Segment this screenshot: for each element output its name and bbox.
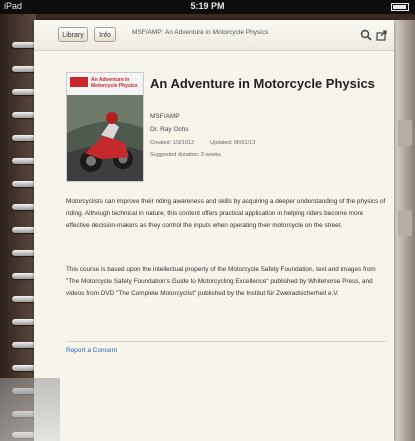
brand-logo: [70, 77, 88, 87]
info-button[interactable]: Info: [94, 27, 116, 42]
background-reflection: [0, 378, 60, 441]
motorcycle-rider-illustration: [67, 73, 143, 181]
toolbar: Library Info MSF/AMP: An Adventure in Mo…: [34, 20, 394, 51]
course-provider: MSF/AMP: [150, 113, 180, 120]
page-tab[interactable]: [398, 120, 412, 146]
toolbar-title: MSF/AMP: An Adventure in Motorcycle Phys…: [132, 29, 269, 36]
course-title: An Adventure in Motorcycle Physics: [150, 76, 375, 91]
course-cover-image: An Adventure in Motorcycle Physics: [66, 72, 144, 182]
cover-title: An Adventure in Motorcycle Physics: [91, 77, 138, 89]
clock: 5:19 PM: [190, 1, 225, 11]
library-button[interactable]: Library: [58, 27, 88, 42]
course-author: Dr. Ray Ochs: [150, 126, 189, 133]
course-attribution: This course is based upon the intellectu…: [66, 266, 376, 297]
search-icon[interactable]: [360, 29, 372, 41]
updated-date: Updated: 06/01/13: [210, 140, 256, 146]
report-concern-link[interactable]: Report a Concern: [66, 347, 117, 354]
battery-icon: [391, 3, 409, 11]
suggested-duration: Suggested duration: 3 weeks: [150, 152, 221, 158]
created-date: Created: 1/3/1913: [150, 140, 195, 146]
share-icon[interactable]: [376, 29, 388, 41]
course-description: Motorcyclists can improve their riding a…: [66, 198, 386, 229]
course-detail-page: Library Info MSF/AMP: An Adventure in Mo…: [34, 20, 394, 441]
status-bar: iPad 5:19 PM: [0, 0, 415, 14]
page-tab[interactable]: [398, 210, 412, 236]
divider: [66, 341, 386, 342]
